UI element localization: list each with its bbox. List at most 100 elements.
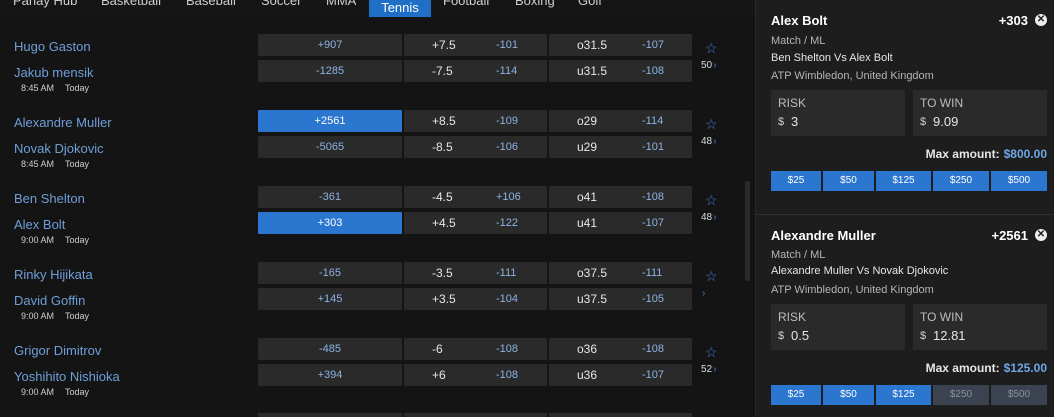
moneyline-button-selected[interactable]: +303 [258, 212, 402, 234]
quick-amount-50-button[interactable]: $50 [823, 385, 874, 405]
spread-button[interactable]: +3.5 -104 [404, 288, 547, 310]
quick-amount-125-button[interactable]: $125 [876, 385, 931, 405]
quick-amounts: $25 $50 $125 $250 $500 [771, 385, 1047, 405]
tab-boxing[interactable]: Boxing [515, 0, 555, 8]
player-name[interactable]: Ben Shelton [14, 191, 85, 206]
more-markets-link[interactable]: › [701, 288, 705, 299]
total-button[interactable]: u36 -107 [549, 364, 692, 386]
event-row: Hugo Gaston +907 +7.5 -101 o31.5 -107 [0, 34, 755, 60]
total-button[interactable]: o36 -108 [549, 338, 692, 360]
moneyline-button[interactable]: -165 [258, 262, 402, 284]
moneyline-odds: +145 [317, 293, 343, 305]
quick-amount-250-button[interactable]: $250 [933, 171, 989, 191]
player-name[interactable]: Jakub mensik [14, 65, 93, 80]
event-time: 8:45 AM Today [21, 159, 89, 169]
player-name[interactable]: Hugo Gaston [14, 39, 91, 54]
more-markets-link[interactable]: 48› [701, 212, 716, 223]
to-win-value[interactable]: 9.09 [933, 114, 958, 129]
tab-parlay-hub[interactable]: Parlay Hub [13, 0, 77, 8]
total-odds: -105 [642, 293, 665, 305]
moneyline-button[interactable]: -485 [258, 338, 402, 360]
risk-field[interactable]: RISK $ 0.5 [771, 304, 905, 350]
event-row: Ben Shelton -361 -4.5 +106 o41 -108 [0, 186, 755, 212]
more-markets-count: 50 [701, 60, 713, 71]
player-name[interactable]: Rinky Hijikata [14, 267, 93, 282]
start-time: 8:45 AM [21, 83, 55, 93]
max-amount-value[interactable]: $125.00 [1004, 361, 1047, 375]
to-win-label: TO WIN [920, 310, 964, 324]
currency-symbol: $ [920, 116, 927, 128]
more-markets-link[interactable]: 48› [701, 136, 716, 147]
star-icon[interactable]: ☆ [705, 116, 718, 133]
total-button[interactable]: o41 -108 [549, 186, 692, 208]
total-button[interactable]: u37.5 -105 [549, 288, 692, 310]
spread-line: +8.5 [432, 114, 456, 128]
spread-odds: -108 [496, 343, 519, 355]
total-button[interactable]: u41 -107 [549, 212, 692, 234]
tab-football[interactable]: Football [443, 0, 489, 8]
to-win-field[interactable]: TO WIN $ 9.09 [913, 90, 1047, 136]
tab-soccer[interactable]: Soccer [261, 0, 301, 8]
total-button[interactable]: u31.5 -108 [549, 60, 692, 82]
close-icon[interactable]: ✕ [1035, 14, 1047, 26]
quick-amount-125-button[interactable]: $125 [876, 171, 931, 191]
next-row-peek [404, 413, 547, 417]
spread-button[interactable]: -6 -108 [404, 338, 547, 360]
max-amount-value[interactable]: $800.00 [1004, 147, 1047, 161]
spread-button[interactable]: -4.5 +106 [404, 186, 547, 208]
more-markets-link[interactable]: 52› [701, 364, 716, 375]
total-line: u37.5 [577, 292, 608, 306]
moneyline-button[interactable]: +394 [258, 364, 402, 386]
star-icon[interactable]: ☆ [705, 192, 718, 209]
player-name[interactable]: David Goffin [14, 293, 85, 308]
spread-button[interactable]: +8.5 -109 [404, 110, 547, 132]
start-day: Today [65, 235, 90, 245]
total-button[interactable]: u29 -101 [549, 136, 692, 158]
event-time: 9:00 AM Today [21, 387, 89, 397]
moneyline-button[interactable]: +145 [258, 288, 402, 310]
risk-value[interactable]: 3 [791, 114, 798, 129]
quick-amount-500-button[interactable]: $500 [991, 171, 1047, 191]
total-button[interactable]: o37.5 -111 [549, 262, 692, 284]
tab-golf[interactable]: Golf [578, 0, 602, 8]
spread-button[interactable]: +4.5 -122 [404, 212, 547, 234]
player-name[interactable]: Grigor Dimitrov [14, 343, 101, 358]
total-button[interactable]: o31.5 -107 [549, 34, 692, 56]
quick-amount-25-button[interactable]: $25 [771, 171, 821, 191]
tab-mma[interactable]: MMA [326, 0, 356, 8]
star-icon[interactable]: ☆ [705, 40, 718, 57]
risk-value[interactable]: 0.5 [791, 328, 809, 343]
player-name[interactable]: Alex Bolt [14, 217, 65, 232]
spread-button[interactable]: -8.5 -106 [404, 136, 547, 158]
player-name[interactable]: Yoshihito Nishioka [14, 369, 120, 384]
scrollbar-thumb[interactable] [745, 181, 750, 281]
tab-tennis[interactable]: Tennis [369, 0, 431, 17]
tab-basketball[interactable]: Basketball [101, 0, 161, 8]
moneyline-button[interactable]: -5065 [258, 136, 402, 158]
player-name[interactable]: Alexandre Muller [14, 115, 112, 130]
spread-button[interactable]: -3.5 -111 [404, 262, 547, 284]
spread-odds: -101 [496, 39, 519, 51]
star-icon[interactable]: ☆ [705, 344, 718, 361]
to-win-label: TO WIN [920, 96, 964, 110]
more-markets-link[interactable]: 50› [701, 60, 716, 71]
total-button[interactable]: o29 -114 [549, 110, 692, 132]
player-name[interactable]: Novak Djokovic [14, 141, 104, 156]
spread-odds: -108 [496, 369, 519, 381]
spread-button[interactable]: -7.5 -114 [404, 60, 547, 82]
moneyline-button[interactable]: -1285 [258, 60, 402, 82]
to-win-field[interactable]: TO WIN $ 12.81 [913, 304, 1047, 350]
quick-amount-25-button[interactable]: $25 [771, 385, 821, 405]
moneyline-button[interactable]: +907 [258, 34, 402, 56]
star-icon[interactable]: ☆ [705, 268, 718, 285]
close-icon[interactable]: ✕ [1035, 229, 1047, 241]
to-win-value[interactable]: 12.81 [933, 328, 966, 343]
moneyline-odds: -361 [318, 191, 342, 203]
moneyline-button-selected[interactable]: +2561 [258, 110, 402, 132]
quick-amount-50-button[interactable]: $50 [823, 171, 874, 191]
spread-button[interactable]: +7.5 -101 [404, 34, 547, 56]
spread-button[interactable]: +6 -108 [404, 364, 547, 386]
risk-field[interactable]: RISK $ 3 [771, 90, 905, 136]
moneyline-button[interactable]: -361 [258, 186, 402, 208]
tab-baseball[interactable]: Baseball [186, 0, 236, 8]
